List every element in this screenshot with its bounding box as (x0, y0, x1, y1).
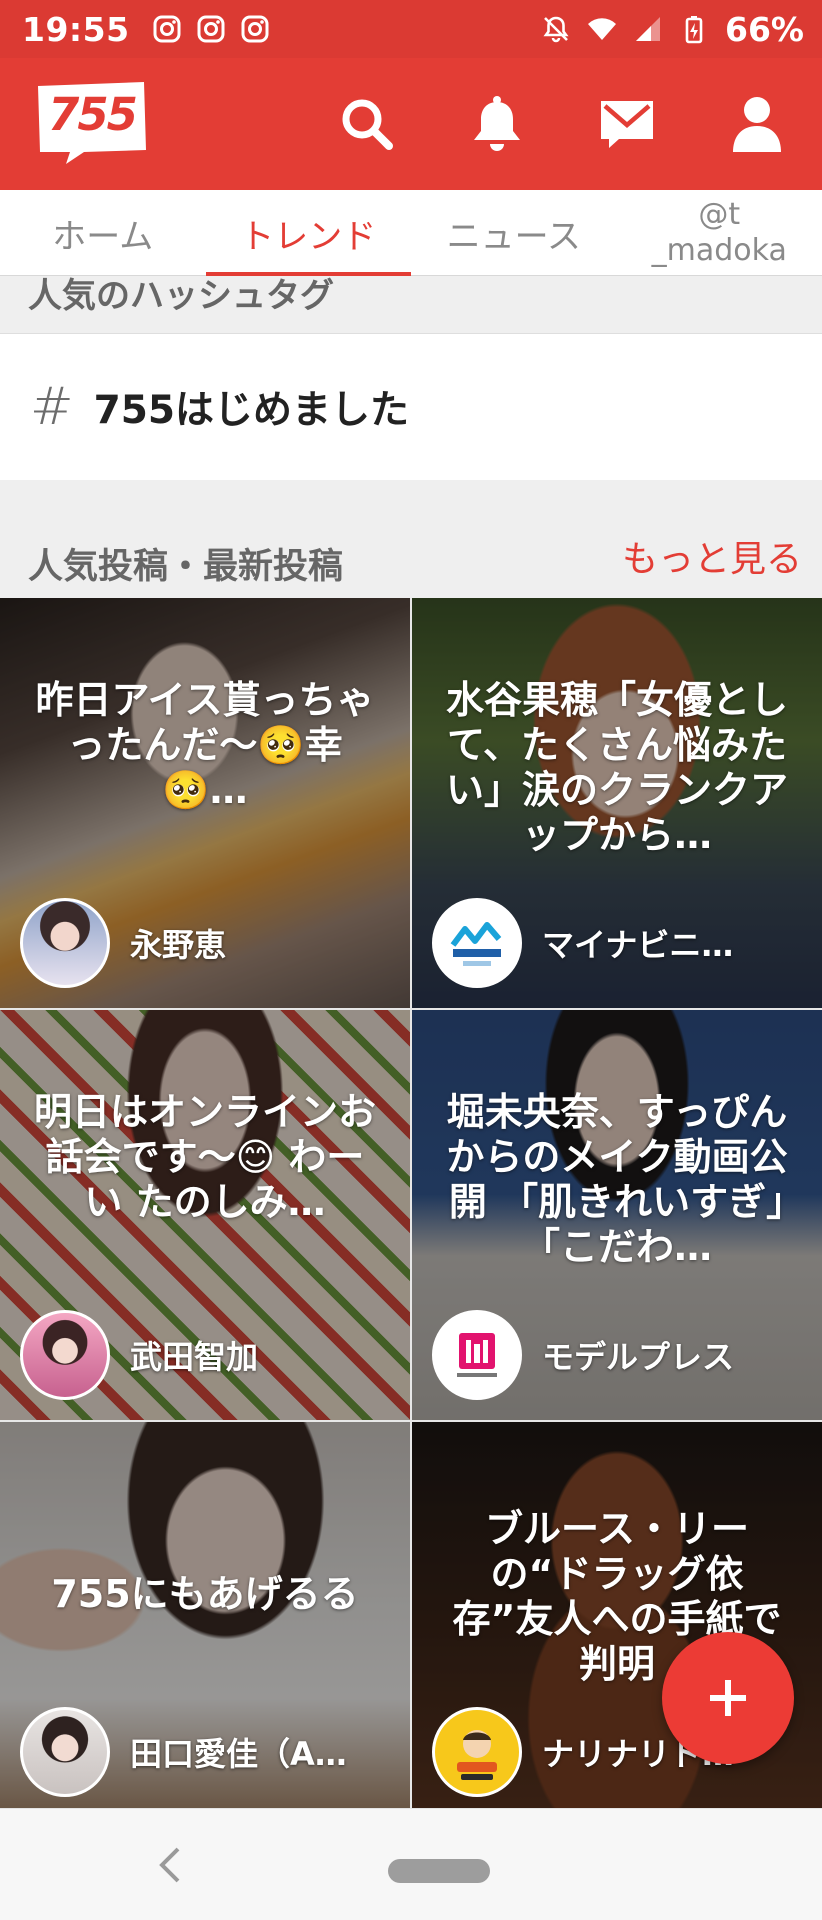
narinari-logo-icon (457, 1730, 497, 1780)
post-title: 堀未央奈、すっぴんからのメイク動画公開 「肌きれいすぎ」「こだわ… (446, 1090, 788, 1269)
messages-button[interactable] (562, 58, 692, 190)
wifi-icon (588, 18, 616, 40)
instagram-icon (241, 15, 269, 43)
post-author[interactable]: 田口愛佳（A… (20, 1707, 347, 1797)
hashtag-item[interactable]: # 755はじめました (0, 334, 822, 480)
post-card[interactable]: 昨日アイス貰っちゃったんだ〜🥺幸🥺… 永野恵 (0, 598, 410, 1008)
post-title: 明日はオンラインお話会です〜😊 わーい たのしみ… (33, 1090, 376, 1224)
notification-icons (152, 14, 270, 44)
post-author[interactable]: 永野恵 (20, 898, 226, 988)
avatar (432, 898, 522, 988)
plus-icon (710, 1680, 746, 1716)
author-name: 武田智加 (130, 1338, 259, 1376)
posts-grid: 昨日アイス貰っちゃったんだ〜🥺幸🥺… 永野恵 水谷果穂「女優として、たくさん悩み… (0, 598, 822, 1817)
post-author[interactable]: 武田智加 (20, 1310, 258, 1400)
post-title: 水谷果穂「女優として、たくさん悩みたい」涙のクランクアップから… (445, 678, 788, 857)
instagram-icon (153, 15, 181, 43)
home-pill-icon[interactable] (388, 1859, 490, 1883)
tab-bar: ホーム トレンド ニュース @t _madoka (0, 190, 822, 277)
hashtag-label: 755はじめました (93, 388, 409, 433)
cellular-signal-icon (636, 17, 660, 41)
app-header: 755 (0, 58, 822, 190)
avatar (20, 1310, 110, 1400)
status-bar: 19:55 66% (0, 0, 822, 58)
author-name: 田口愛佳（A… (130, 1735, 347, 1773)
tab-news[interactable]: ニュース (411, 190, 617, 276)
system-nav-bar (0, 1808, 822, 1920)
battery-charging-icon (685, 16, 703, 44)
tab-home[interactable]: ホーム (0, 190, 206, 276)
avatar (20, 898, 110, 988)
search-icon (342, 99, 393, 150)
search-button[interactable] (302, 58, 432, 190)
bell-off-icon (543, 16, 569, 43)
hashtag-section-title: 人気のハッシュタグ (28, 276, 334, 316)
header-actions (302, 58, 822, 190)
hashtag-section-header: 人気のハッシュタグ (0, 276, 822, 334)
post-card[interactable]: 水谷果穂「女優として、たくさん悩みたい」涙のクランクアップから… マイナビニ… (412, 598, 822, 1008)
post-author[interactable]: マイナビニ… (432, 898, 733, 988)
author-name: モデルプレス (542, 1338, 735, 1376)
hash-icon: # (30, 377, 74, 437)
system-icons: 66% (541, 10, 804, 49)
see-more-link[interactable]: もっと見る (622, 530, 802, 582)
tab-user-line2: _madoka (651, 233, 787, 268)
post-card[interactable]: ブルース・リーの“ドラッグ依存”友人への手紙で判明 ナリナリド… (412, 1422, 822, 1817)
notifications-button[interactable] (432, 58, 562, 190)
avatar (20, 1707, 110, 1797)
post-card[interactable]: 755にもあげるる 田口愛佳（A… (0, 1422, 410, 1817)
mynavi-logo-icon (450, 922, 502, 966)
post-title: 昨日アイス貰っちゃったんだ〜🥺幸🥺… (35, 678, 375, 812)
app-logo[interactable]: 755 (36, 80, 148, 164)
back-chevron-icon[interactable] (152, 1843, 188, 1887)
battery-percent: 66% (725, 9, 804, 49)
post-author[interactable]: モデルプレス (432, 1310, 734, 1400)
bell-icon (474, 96, 520, 151)
post-card[interactable]: 堀未央奈、すっぴんからのメイク動画公開 「肌きれいすぎ」「こだわ… モデルプレス (412, 1010, 822, 1420)
posts-section-title: 人気投稿・最新投稿 (28, 547, 344, 587)
user-icon (733, 97, 781, 152)
avatar (432, 1310, 522, 1400)
tab-trend[interactable]: トレンド (205, 190, 412, 277)
tab-user[interactable]: @t _madoka (617, 190, 822, 276)
logo-text: 755 (48, 88, 138, 141)
post-card[interactable]: 明日はオンラインお話会です〜😊 わーい たのしみ… 武田智加 (0, 1010, 410, 1420)
tab-user-line1: @t (698, 197, 741, 232)
status-time: 19:55 (22, 9, 130, 49)
new-post-button[interactable] (662, 1632, 794, 1764)
author-name: マイナビニ… (542, 926, 734, 964)
profile-button[interactable] (692, 58, 822, 190)
modelpress-logo-icon (457, 1333, 497, 1377)
post-title: 755にもあげるる (51, 1572, 359, 1616)
author-name: 永野恵 (130, 926, 227, 964)
instagram-icon (197, 15, 225, 43)
avatar (432, 1707, 522, 1797)
mail-icon (601, 101, 653, 148)
